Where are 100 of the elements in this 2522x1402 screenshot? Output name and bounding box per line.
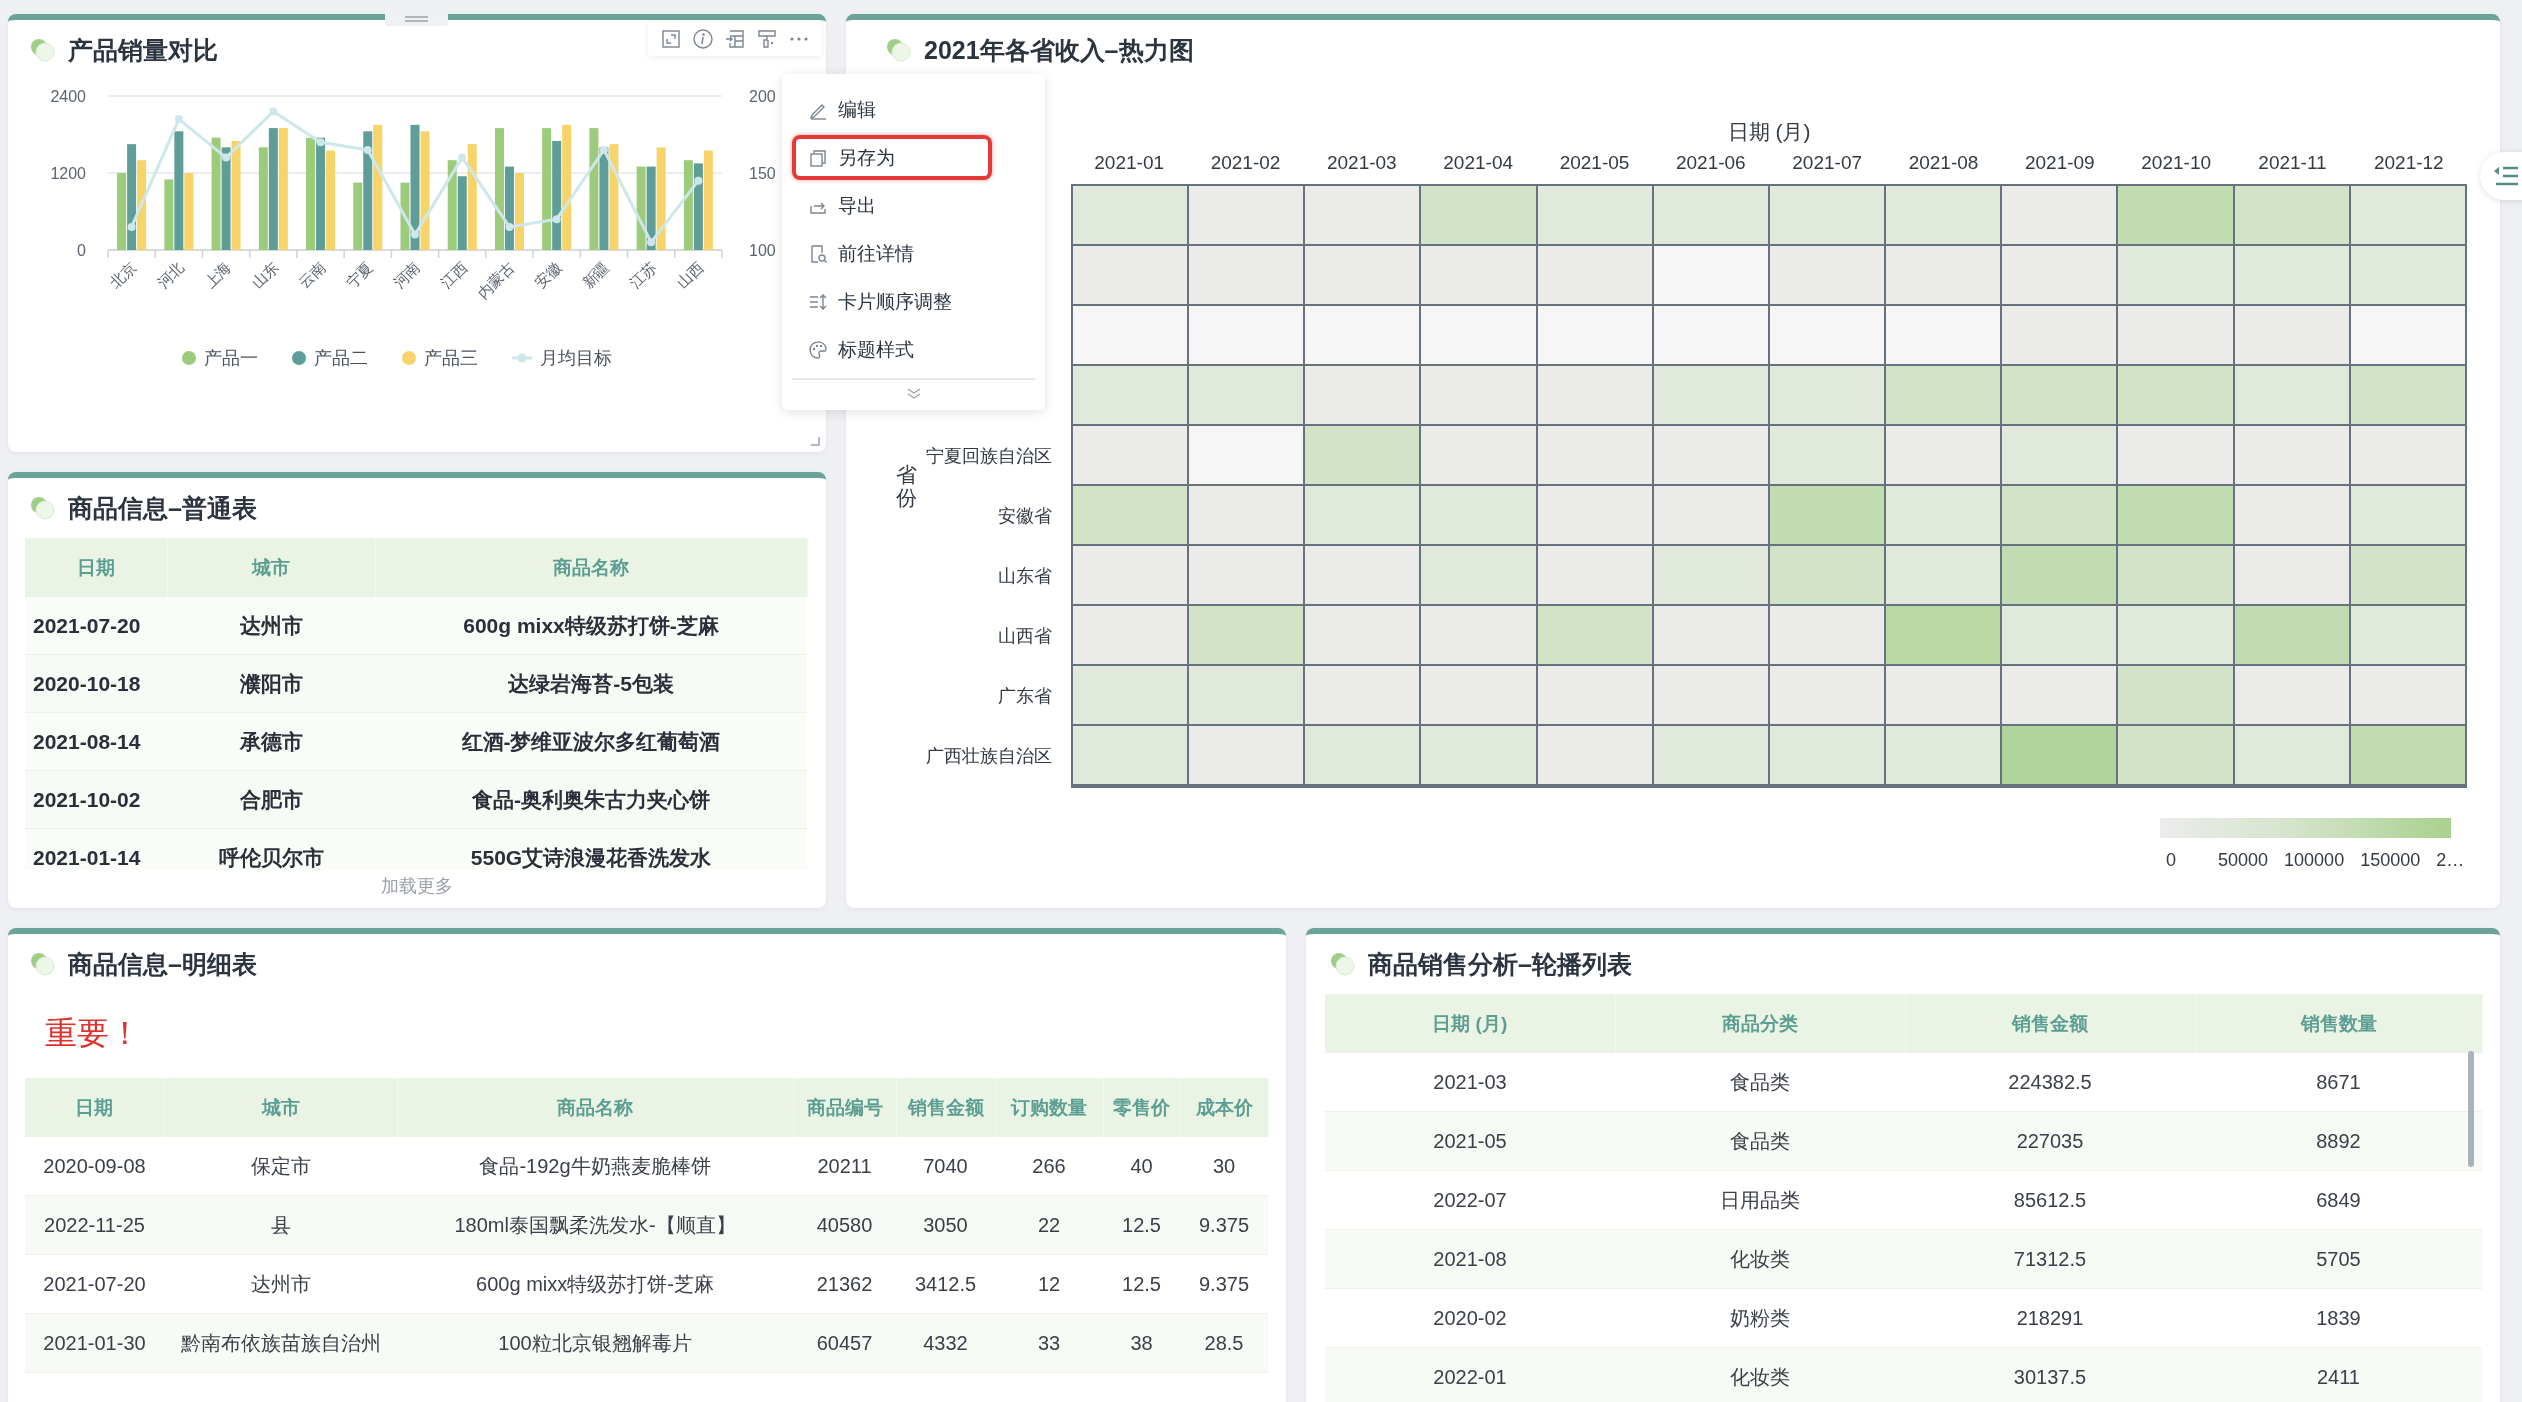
axis-label: 200 bbox=[749, 88, 776, 105]
column-header[interactable]: 成本价 bbox=[1180, 1078, 1268, 1137]
menu-item[interactable]: 卡片顺序调整 bbox=[792, 279, 992, 324]
axis-label: 山东省 bbox=[998, 565, 1052, 588]
axis-label: 2021-07 bbox=[1792, 152, 1863, 174]
column-header[interactable]: 商品分类 bbox=[1615, 994, 1905, 1053]
legend-label[interactable]: 产品一 bbox=[204, 346, 258, 370]
column-header[interactable]: 商品编号 bbox=[793, 1078, 896, 1137]
table-cell: 4332 bbox=[896, 1313, 995, 1373]
table-cell: 日用品类 bbox=[1615, 1170, 1905, 1230]
table-cell: 呼伦贝尔市 bbox=[167, 828, 375, 870]
column-header[interactable]: 商品名称 bbox=[397, 1078, 793, 1137]
legend-dot-icon bbox=[182, 351, 196, 365]
menu-item[interactable]: 编辑 bbox=[792, 87, 992, 132]
scale-label: 100000 bbox=[2284, 850, 2345, 871]
axis-label: 2021-03 bbox=[1326, 152, 1397, 174]
title-style-icon bbox=[808, 339, 828, 360]
table-icon[interactable] bbox=[724, 28, 746, 50]
column-header[interactable]: 城市 bbox=[167, 538, 375, 597]
menu-item[interactable]: 前往详情 bbox=[792, 231, 992, 276]
column-header[interactable]: 日期 bbox=[25, 538, 167, 597]
line-point bbox=[269, 107, 278, 116]
legend-line-icon bbox=[512, 351, 532, 365]
table-cell: 2021-08-14 bbox=[25, 712, 167, 771]
menu-item[interactable]: 导出 bbox=[792, 183, 992, 228]
axis-label: 宁夏 bbox=[342, 258, 376, 292]
table-cell: 30 bbox=[1180, 1137, 1268, 1196]
table-cell: 黔南布依族苗族自治州 bbox=[164, 1313, 397, 1373]
column-header[interactable]: 日期 bbox=[25, 1078, 164, 1137]
column-header[interactable]: 日期 (月) bbox=[1325, 994, 1615, 1053]
menu-item[interactable]: 标题样式 bbox=[792, 327, 992, 372]
table-cell: 6849 bbox=[2195, 1170, 2482, 1230]
legend-label[interactable]: 月均目标 bbox=[540, 346, 612, 370]
resize-handle-icon[interactable] bbox=[810, 436, 820, 446]
table-cell: 2021-03 bbox=[1325, 1053, 1615, 1112]
load-more-link[interactable]: 加载更多 bbox=[381, 870, 453, 908]
axis-label: 江西 bbox=[437, 258, 471, 292]
axis-label: 广西壮族自治区 bbox=[926, 745, 1052, 768]
table-cell: 奶粉类 bbox=[1615, 1288, 1905, 1348]
table-cell: 合肥市 bbox=[167, 770, 375, 829]
table-cell: 化妆类 bbox=[1615, 1347, 1905, 1402]
table-cell: 食品-奥利奥朱古力夹心饼 bbox=[375, 770, 807, 829]
table-cell: 33 bbox=[995, 1313, 1103, 1373]
column-header[interactable]: 商品名称 bbox=[375, 538, 807, 597]
line-point bbox=[363, 145, 372, 154]
legend-dot-icon bbox=[292, 351, 306, 365]
line-point bbox=[411, 230, 419, 239]
table-cell: 2021-05 bbox=[1325, 1111, 1615, 1171]
table-cell: 550G艾诗浪漫花香洗发水 bbox=[375, 828, 807, 870]
column-header[interactable]: 订购数量 bbox=[995, 1078, 1103, 1137]
table-cell: 3412.5 bbox=[896, 1254, 995, 1314]
table-cell: 8892 bbox=[2195, 1111, 2482, 1171]
column-header[interactable]: 城市 bbox=[164, 1078, 397, 1137]
table-cell: 30137.5 bbox=[1905, 1347, 2195, 1402]
table-cell: 2021-01-30 bbox=[25, 1313, 164, 1373]
info-icon[interactable] bbox=[692, 28, 714, 50]
menu-item[interactable]: 另存为 bbox=[792, 135, 992, 180]
table-cell: 218291 bbox=[1905, 1288, 2195, 1348]
table-cell: 2411 bbox=[2195, 1347, 2482, 1402]
legend-label[interactable]: 产品二 bbox=[314, 346, 368, 370]
table-cell: 85612.5 bbox=[1905, 1170, 2195, 1230]
format-painter-icon[interactable] bbox=[756, 28, 778, 50]
axis-label: 山西省 bbox=[998, 625, 1052, 648]
table-cell: 2022-07 bbox=[1325, 1170, 1615, 1230]
scrollbar[interactable] bbox=[2468, 1051, 2474, 1167]
column-header[interactable]: 销售数量 bbox=[2195, 994, 2482, 1053]
color-scale[interactable] bbox=[2160, 818, 2451, 838]
axis-label: 安徽 bbox=[531, 258, 565, 292]
axis-label: 安徽省 bbox=[998, 505, 1052, 528]
scale-label: 0 bbox=[2166, 850, 2176, 871]
table-cell: 38 bbox=[1103, 1313, 1180, 1373]
table-cell: 2022-01 bbox=[1325, 1347, 1615, 1402]
axis-label: 2021-01 bbox=[1094, 152, 1165, 174]
axis-title: 日期 (月) bbox=[1727, 119, 1811, 145]
column-header[interactable]: 销售金额 bbox=[896, 1078, 995, 1137]
table-cell: 12 bbox=[995, 1254, 1103, 1314]
column-header[interactable]: 零售价 bbox=[1103, 1078, 1180, 1137]
axis-label: 新疆 bbox=[578, 258, 613, 292]
axis-label: 山西 bbox=[673, 258, 707, 292]
axis-label: 上海 bbox=[200, 258, 235, 292]
line-point bbox=[505, 222, 514, 231]
table-cell: 濮阳市 bbox=[167, 654, 375, 713]
column-header[interactable]: 销售金额 bbox=[1905, 994, 2195, 1053]
table-cell: 红酒-梦维亚波尔多红葡萄酒 bbox=[375, 712, 807, 771]
table-cell: 266 bbox=[995, 1137, 1103, 1196]
table-cell: 22 bbox=[995, 1195, 1103, 1255]
table-cell: 100粒北京银翘解毒片 bbox=[397, 1313, 793, 1373]
axis-label: 2021-02 bbox=[1210, 152, 1281, 174]
table-cell: 达绿岩海苔-5包装 bbox=[375, 654, 807, 713]
table-cell: 9.375 bbox=[1180, 1254, 1268, 1314]
card-title: 商品信息–普通表 bbox=[68, 492, 257, 524]
fullscreen-icon[interactable] bbox=[660, 28, 682, 50]
table-cell: 1839 bbox=[2195, 1288, 2482, 1348]
legend-label[interactable]: 产品三 bbox=[424, 346, 478, 370]
axis-label: 1200 bbox=[50, 165, 86, 182]
drag-handle[interactable] bbox=[385, 12, 448, 26]
line-point bbox=[694, 176, 703, 185]
title-dot-icon bbox=[1330, 951, 1356, 977]
table-cell: 600g mixx特级苏打饼-芝麻 bbox=[397, 1254, 793, 1314]
line-point bbox=[127, 222, 136, 231]
